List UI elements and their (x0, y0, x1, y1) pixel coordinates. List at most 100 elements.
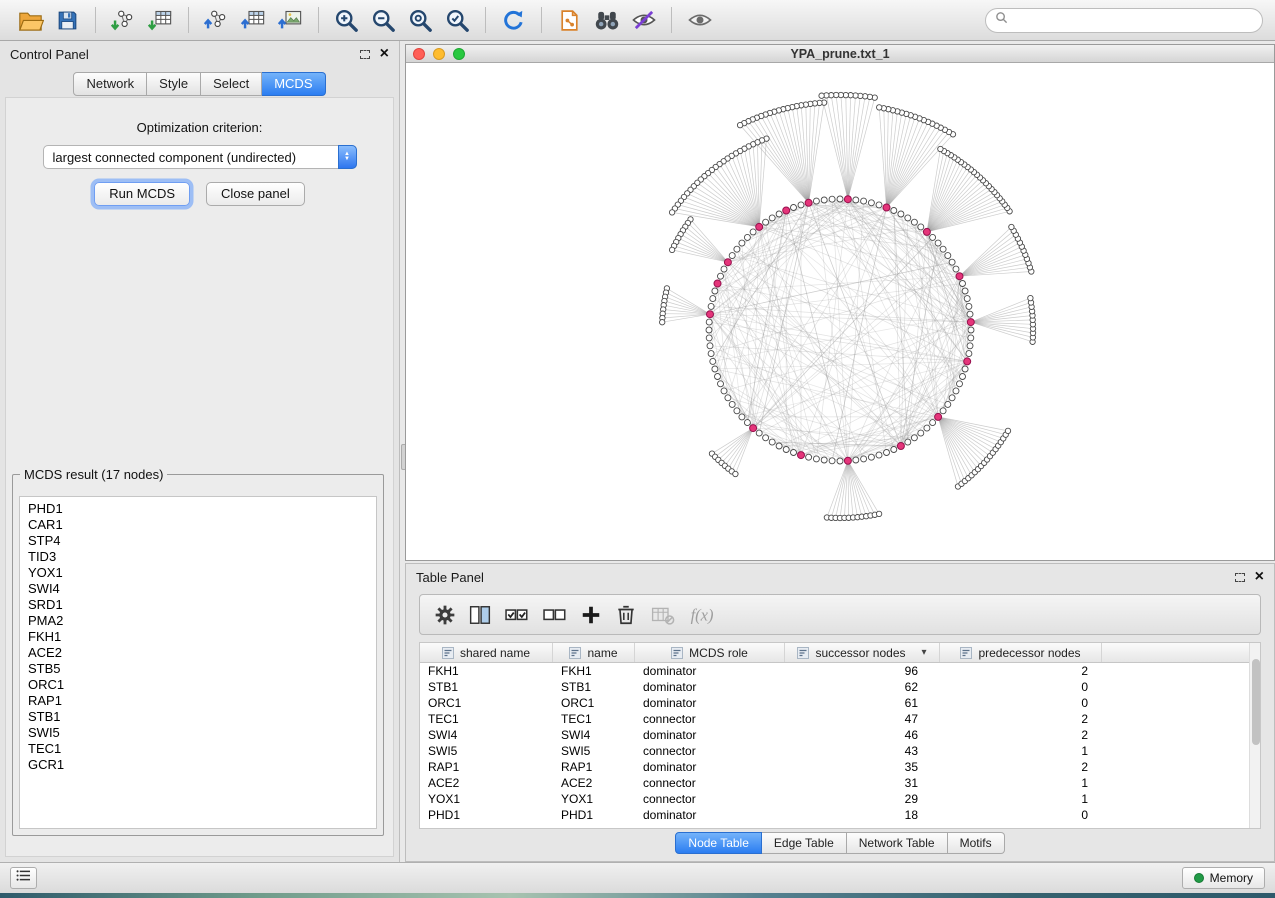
mcds-result-item[interactable]: PHD1 (28, 501, 368, 517)
close-table-panel-icon[interactable]: × (1255, 569, 1264, 585)
traffic-light-zoom[interactable] (453, 48, 465, 60)
zoom-out-icon[interactable] (365, 4, 402, 36)
column-label: name (587, 646, 617, 660)
table-row[interactable]: SWI5SWI5connector431 (420, 743, 1249, 759)
column-header-MCDS-role[interactable]: MCDS role (635, 643, 785, 662)
search-network-icon[interactable] (588, 4, 625, 36)
close-panel-button[interactable]: Close panel (206, 182, 305, 206)
export-table-icon[interactable] (235, 4, 272, 36)
column-header-name[interactable]: name (553, 643, 635, 662)
status-bar: Memory (0, 862, 1275, 893)
mcds-result-item[interactable]: PMA2 (28, 613, 368, 629)
float-panel-icon[interactable] (360, 50, 370, 59)
toolbar-separator (95, 7, 96, 33)
float-table-panel-icon[interactable] (1235, 573, 1245, 582)
memory-button[interactable]: Memory (1182, 867, 1265, 889)
select-all-icon[interactable] (502, 600, 531, 630)
table-panel: Table Panel × f(x) shared namenameMCDS r… (405, 563, 1275, 862)
export-image-icon[interactable] (272, 4, 309, 36)
table-scrollbar[interactable] (1249, 643, 1260, 828)
table-tab-motifs[interactable]: Motifs (948, 832, 1005, 854)
column-header-filler (1102, 643, 1260, 662)
zoom-selected-icon[interactable] (439, 4, 476, 36)
optimization-dropdown[interactable]: largest connected component (undirected)… (43, 145, 357, 169)
network-window-title: YPA_prune.txt_1 (406, 47, 1274, 61)
table-tab-network-table[interactable]: Network Table (847, 832, 948, 854)
table-row[interactable]: TEC1TEC1connector472 (420, 711, 1249, 727)
table-row[interactable]: ORC1ORC1dominator610 (420, 695, 1249, 711)
menu-button[interactable] (10, 867, 37, 889)
table-tab-node-table[interactable]: Node Table (675, 832, 762, 854)
zoom-fit-icon[interactable] (402, 4, 439, 36)
mcds-result-item[interactable]: ACE2 (28, 645, 368, 661)
mcds-result-item[interactable]: STB5 (28, 661, 368, 677)
table-cell: TEC1 (420, 712, 553, 726)
search-box[interactable] (985, 8, 1263, 33)
table-cell: 0 (940, 696, 1102, 710)
mcds-result-item[interactable]: STP4 (28, 533, 368, 549)
table-cell: ACE2 (420, 776, 553, 790)
import-table-icon[interactable] (142, 4, 179, 36)
table-row[interactable]: PHD1PHD1dominator180 (420, 807, 1249, 823)
search-input[interactable] (1013, 13, 1253, 27)
table-row[interactable]: STB1STB1dominator620 (420, 679, 1249, 695)
network-canvas[interactable] (406, 63, 1274, 560)
mcds-result-item[interactable]: ORC1 (28, 677, 368, 693)
show-all-icon[interactable] (681, 4, 718, 36)
mcds-result-item[interactable]: SWI4 (28, 581, 368, 597)
hide-selected-icon[interactable] (625, 4, 662, 36)
column-label: MCDS role (689, 646, 748, 660)
show-columns-icon[interactable] (467, 600, 493, 630)
apply-layout-icon[interactable] (495, 4, 532, 36)
add-column-icon[interactable] (578, 600, 604, 630)
delete-column-icon[interactable] (613, 600, 639, 630)
table-row[interactable]: RAP1RAP1dominator352 (420, 759, 1249, 775)
zoom-in-icon[interactable] (328, 4, 365, 36)
mcds-result-item[interactable]: YOX1 (28, 565, 368, 581)
mcds-result-item[interactable]: STB1 (28, 709, 368, 725)
table-row[interactable]: ACE2ACE2connector311 (420, 775, 1249, 791)
mcds-result-item[interactable]: CAR1 (28, 517, 368, 533)
tab-select[interactable]: Select (201, 72, 262, 96)
column-header-shared-name[interactable]: shared name (420, 643, 553, 662)
run-mcds-button[interactable]: Run MCDS (94, 182, 190, 206)
column-label: predecessor nodes (978, 646, 1080, 660)
column-header-predecessor-nodes[interactable]: predecessor nodes (940, 643, 1102, 662)
mcds-result-item[interactable]: SWI5 (28, 725, 368, 741)
scrollbar-thumb[interactable] (1252, 659, 1260, 745)
table-tab-edge-table[interactable]: Edge Table (762, 832, 847, 854)
column-header-successor-nodes[interactable]: successor nodes▾ (785, 643, 940, 662)
save-session-icon[interactable] (49, 4, 86, 36)
mcds-result-item[interactable]: GCR1 (28, 757, 368, 773)
sort-icon (797, 647, 809, 659)
table-row[interactable]: YOX1YOX1connector291 (420, 791, 1249, 807)
import-network-icon[interactable] (105, 4, 142, 36)
tab-mcds[interactable]: MCDS (262, 72, 325, 96)
optimization-label: Optimization criterion: (6, 120, 393, 135)
table-cell: YOX1 (553, 792, 635, 806)
function-builder-icon: f(x) (686, 600, 726, 630)
mcds-result-item[interactable]: FKH1 (28, 629, 368, 645)
mcds-result-list[interactable]: PHD1CAR1STP4TID3YOX1SWI4SRD1PMA2FKH1ACE2… (19, 496, 377, 829)
open-session-icon[interactable] (12, 4, 49, 36)
table-cell: SWI4 (420, 728, 553, 742)
table-cell: 2 (940, 728, 1102, 742)
table-row[interactable]: SWI4SWI4dominator462 (420, 727, 1249, 743)
table-settings-icon[interactable] (432, 600, 458, 630)
mcds-result-item[interactable]: TID3 (28, 549, 368, 565)
close-panel-icon[interactable]: × (380, 46, 389, 62)
network-graph[interactable] (406, 63, 1274, 560)
deselect-all-icon[interactable] (540, 600, 569, 630)
sort-chevron-icon[interactable]: ▾ (922, 647, 927, 658)
node-table: shared name name MCDS role successor nodes▾… (419, 642, 1261, 829)
copy-network-icon[interactable] (551, 4, 588, 36)
table-row[interactable]: FKH1FKH1dominator962 (420, 663, 1249, 679)
tab-style[interactable]: Style (147, 72, 201, 96)
traffic-light-minimize[interactable] (433, 48, 445, 60)
mcds-result-item[interactable]: RAP1 (28, 693, 368, 709)
traffic-light-close[interactable] (413, 48, 425, 60)
export-network-icon[interactable] (198, 4, 235, 36)
mcds-result-item[interactable]: TEC1 (28, 741, 368, 757)
tab-network[interactable]: Network (73, 72, 147, 96)
mcds-result-item[interactable]: SRD1 (28, 597, 368, 613)
